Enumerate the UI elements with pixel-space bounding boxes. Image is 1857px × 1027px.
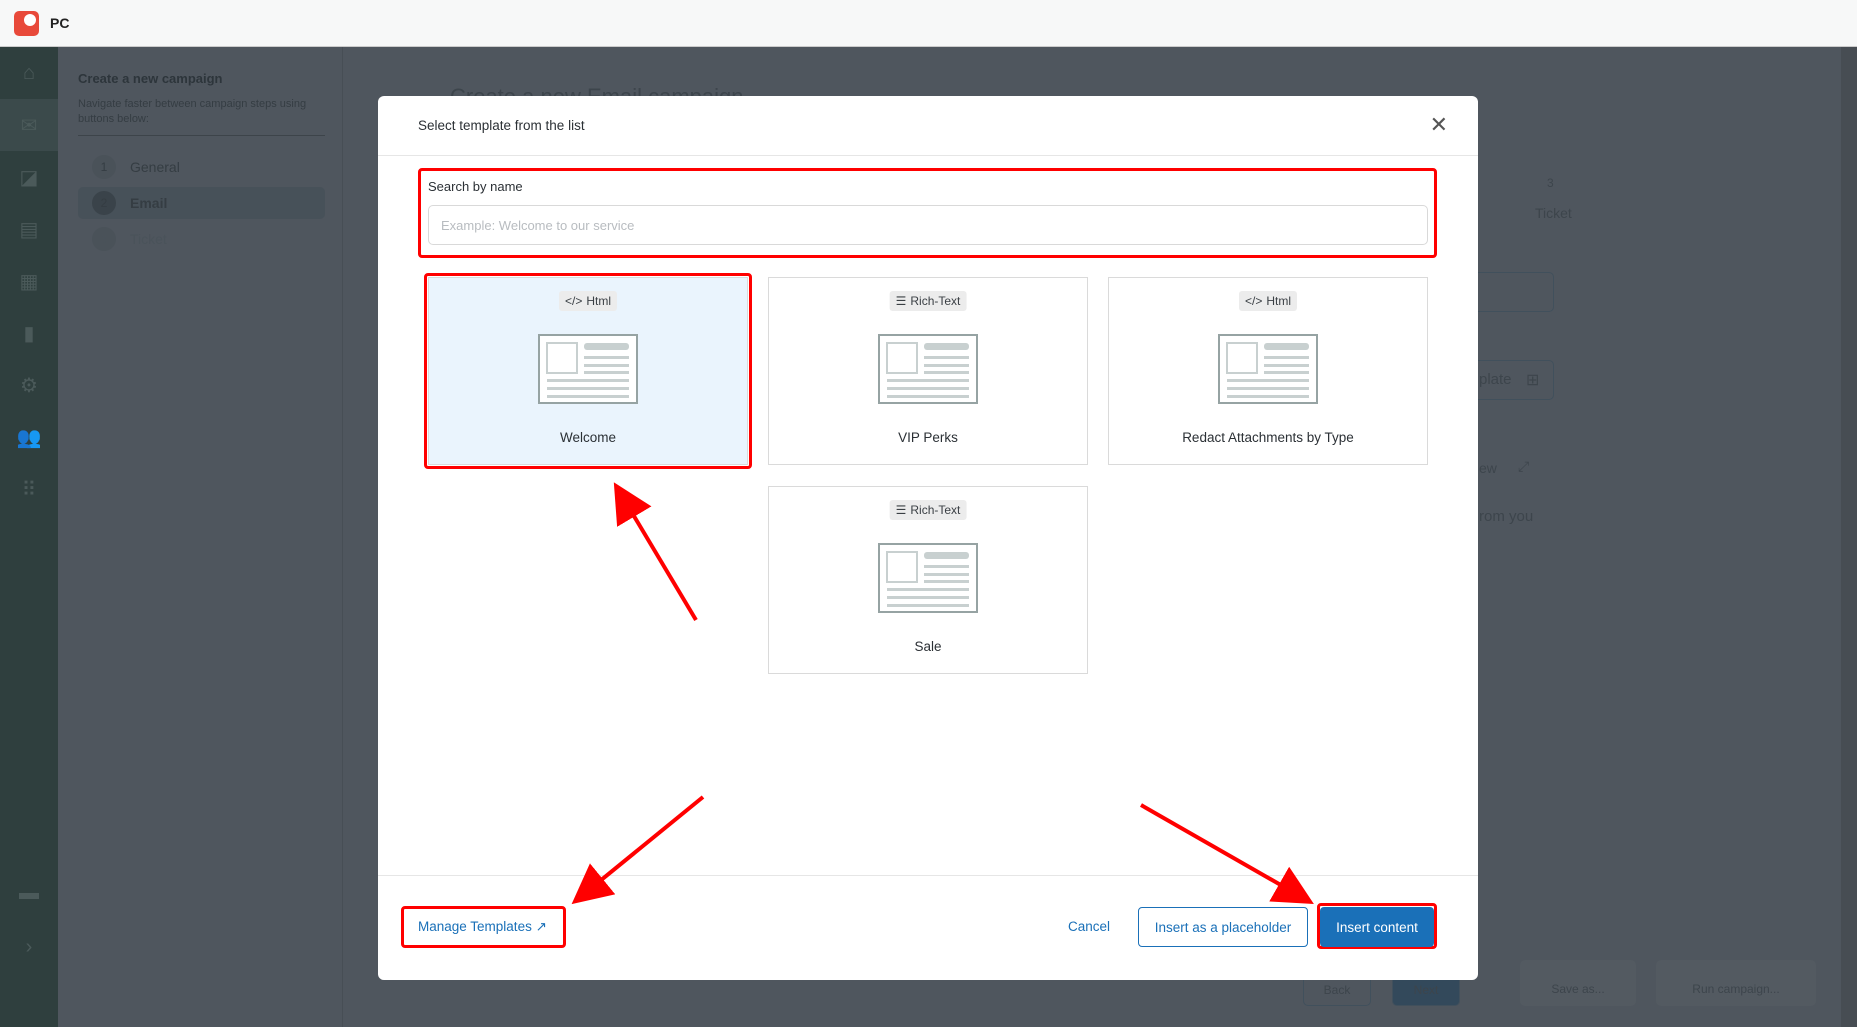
inbox-icon[interactable]: ▤ bbox=[0, 203, 58, 255]
body-fragment: rom you bbox=[1479, 508, 1534, 525]
text-lines-icon: ☰ bbox=[895, 503, 907, 517]
insert-as-placeholder-button[interactable]: Insert as a placeholder bbox=[1138, 907, 1308, 947]
divider bbox=[78, 135, 325, 136]
template-thumbnail bbox=[878, 543, 978, 618]
close-icon[interactable]: ✕ bbox=[1430, 112, 1448, 138]
divider bbox=[378, 155, 1478, 156]
app-logo bbox=[14, 10, 39, 36]
widgets-add-icon[interactable]: ▦ bbox=[0, 255, 58, 307]
template-thumbnail bbox=[878, 334, 978, 409]
back-label: Back bbox=[1323, 983, 1351, 997]
template-card[interactable]: ☰ Rich-Text Sale bbox=[768, 486, 1088, 674]
step-number: 1 bbox=[92, 155, 116, 179]
campaign-steps-panel: Create a new campaign Navigate faster be… bbox=[58, 47, 343, 1027]
gear-icon[interactable]: ⚙ bbox=[0, 359, 58, 411]
template-name: Redact Attachments by Type bbox=[1182, 430, 1354, 445]
template-type: Html bbox=[1266, 294, 1292, 308]
step-number: 2 bbox=[92, 191, 116, 215]
run-campaign-button: Run campaign... bbox=[1656, 960, 1816, 1006]
annotation-highlight bbox=[424, 273, 752, 469]
fullscreen-icon: ⤢ bbox=[1518, 458, 1530, 474]
manage-templates-link[interactable]: Manage Templates ↗ bbox=[418, 919, 547, 935]
panel-subtitle: Navigate faster between campaign steps u… bbox=[78, 98, 307, 125]
grid-icon: ⊞ bbox=[1526, 372, 1540, 389]
next-label: Next bbox=[1413, 983, 1439, 997]
step-ticket[interactable]: 3 Ticket bbox=[78, 223, 325, 255]
cancel-button[interactable]: Cancel bbox=[1068, 919, 1110, 934]
template-card[interactable]: </> Html Redact Attachments by Type bbox=[1108, 277, 1428, 465]
template-type-badge: </> Html bbox=[1238, 291, 1298, 311]
insert-content-button[interactable]: Insert content bbox=[1320, 907, 1434, 947]
template-type-badge: ☰ Rich-Text bbox=[889, 291, 967, 311]
bar-chart-icon[interactable]: ▮ bbox=[0, 307, 58, 359]
step-number: 3 bbox=[92, 227, 116, 251]
panel-title: Create a new campaign bbox=[78, 71, 223, 86]
search-label: Search by name bbox=[428, 179, 523, 194]
mail-icon[interactable]: ✉ bbox=[0, 99, 58, 151]
step-general[interactable]: 1 General bbox=[78, 151, 325, 183]
chat-icon[interactable]: ▬ bbox=[0, 867, 58, 919]
template-type: Rich-Text bbox=[910, 294, 961, 308]
app-title: PC bbox=[50, 15, 70, 31]
step-label: Email bbox=[130, 195, 168, 211]
search-input[interactable] bbox=[428, 205, 1428, 245]
template-type: Rich-Text bbox=[910, 503, 961, 517]
step-label: Ticket bbox=[130, 231, 167, 247]
template-select-dialog: Select template from the list ✕ Search b… bbox=[378, 96, 1478, 980]
step-email[interactable]: 2 Email bbox=[78, 187, 325, 219]
template-type-badge: ☰ Rich-Text bbox=[889, 500, 967, 520]
home-icon[interactable]: ⌂ bbox=[0, 47, 58, 99]
save-as-button: Save as... bbox=[1520, 960, 1636, 1006]
step-3-number: 3 bbox=[1547, 176, 1554, 190]
users-icon[interactable]: 👥 bbox=[0, 411, 58, 463]
text-lines-icon: ☰ bbox=[895, 294, 907, 308]
preview-fragment: ew bbox=[1479, 460, 1497, 476]
apps-grid-icon[interactable]: ⠿ bbox=[0, 463, 58, 515]
external-link-icon: ↗ bbox=[535, 919, 547, 934]
run-campaign-label: Run campaign... bbox=[1692, 982, 1780, 996]
template-thumbnail bbox=[1218, 334, 1318, 409]
chevron-right-icon[interactable]: › bbox=[0, 921, 58, 973]
title-bar: PC bbox=[0, 0, 1857, 47]
template-card[interactable]: ☰ Rich-Text VIP Perks bbox=[768, 277, 1088, 465]
code-icon: </> bbox=[1244, 294, 1263, 308]
select-template-fragment: plate bbox=[1479, 371, 1512, 388]
shapes-icon[interactable]: ◪ bbox=[0, 151, 58, 203]
dialog-title: Select template from the list bbox=[418, 118, 585, 133]
step-3-label: Ticket bbox=[1535, 205, 1572, 221]
divider bbox=[378, 875, 1478, 876]
page-scrollbar[interactable] bbox=[1841, 47, 1857, 1027]
sidebar-nav: ⌂ ✉ ◪ ▤ ▦ ▮ ⚙ 👥 ⠿ ▬ › bbox=[0, 47, 58, 1027]
step-label: General bbox=[130, 159, 180, 175]
manage-templates-label: Manage Templates bbox=[418, 919, 532, 934]
bg-input bbox=[1470, 272, 1554, 312]
save-as-label: Save as... bbox=[1551, 982, 1605, 996]
template-name: VIP Perks bbox=[898, 430, 958, 445]
template-name: Sale bbox=[914, 639, 942, 654]
